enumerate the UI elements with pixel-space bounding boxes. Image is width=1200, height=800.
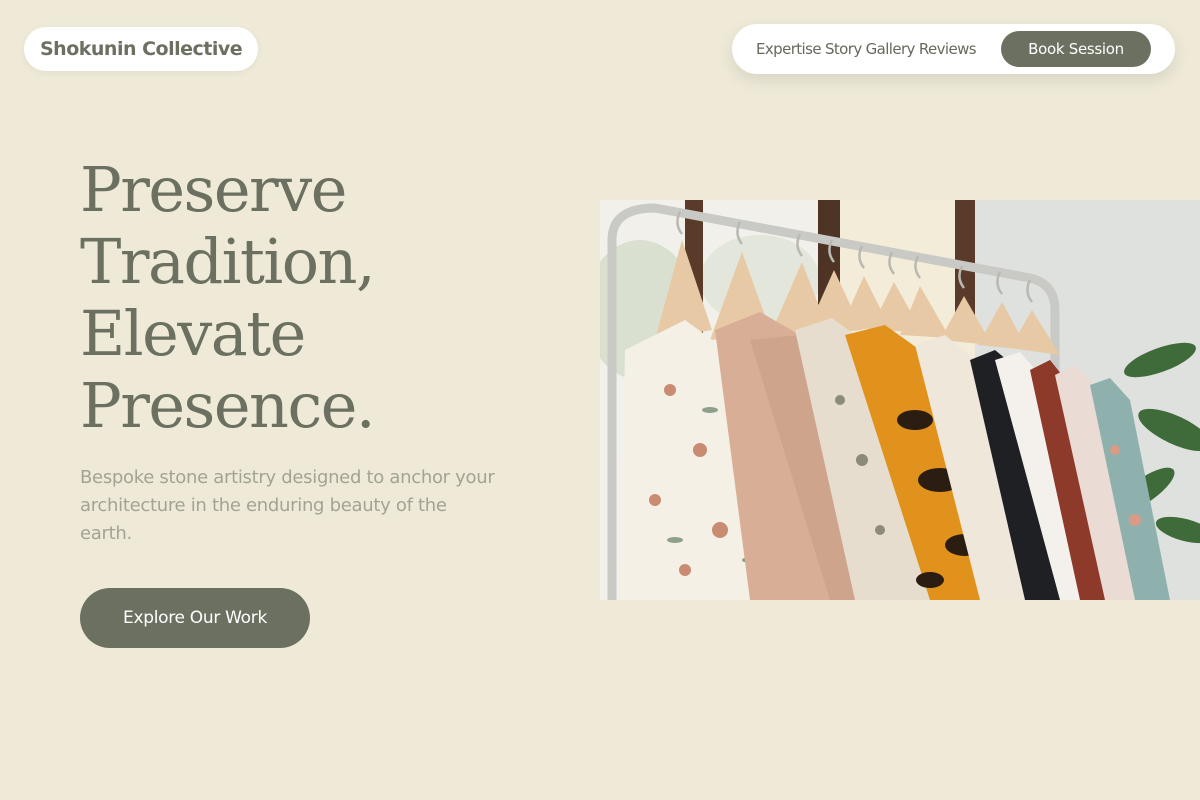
nav-link-expertise[interactable]: Expertise — [756, 40, 822, 58]
nav-links: Expertise Story Gallery Reviews — [756, 40, 977, 58]
hero-title-line: Presence. — [80, 369, 376, 442]
hero-title-line: Preserve — [80, 153, 347, 226]
hero-title: Preserve Tradition, Elevate Presence. — [80, 153, 376, 442]
hero-title-line: Tradition, — [80, 225, 376, 298]
explore-work-button[interactable]: Explore Our Work — [80, 588, 310, 648]
hero-subtitle: Bespoke stone artistry designed to ancho… — [80, 467, 495, 544]
nav-link-story[interactable]: Story — [825, 40, 862, 58]
clothing-rack-illustration — [600, 200, 1200, 600]
brand-logo[interactable]: Shokunin Collective — [24, 27, 259, 71]
hero-title-line: Elevate — [80, 297, 306, 370]
nav-link-reviews[interactable]: Reviews — [919, 40, 977, 58]
nav-link-gallery[interactable]: Gallery — [866, 40, 916, 58]
book-session-button[interactable]: Book Session — [1001, 31, 1151, 67]
hero-image — [600, 200, 1200, 600]
main-nav: Expertise Story Gallery Reviews Book Ses… — [732, 24, 1175, 74]
